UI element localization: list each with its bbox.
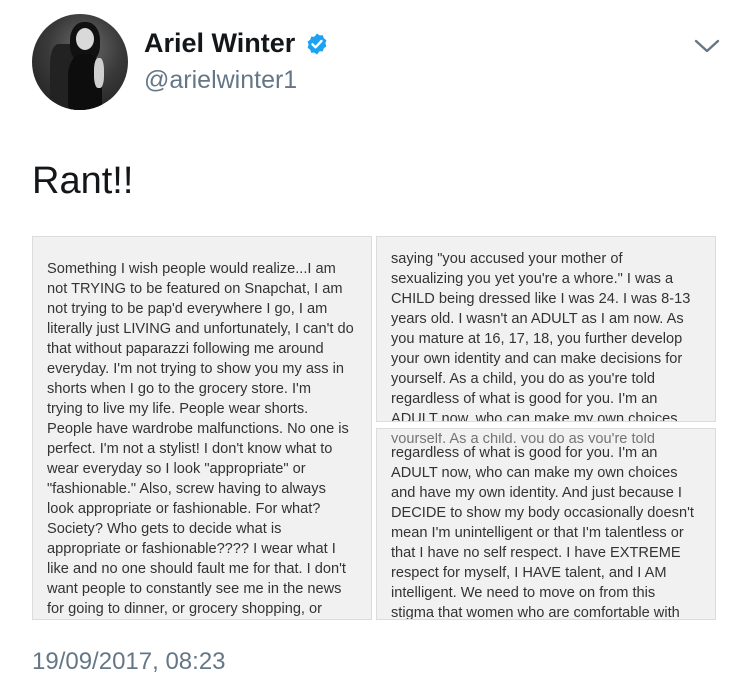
image-bottom-right-text: regardless of what is good for you. I'm …: [391, 445, 694, 620]
verified-badge-icon: [307, 33, 327, 54]
image-cut-line: [391, 239, 701, 249]
tweet-image-bottom-right[interactable]: yourself. As a child, you do as you're t…: [376, 428, 716, 620]
avatar-arm: [94, 58, 104, 88]
tweet-timestamp[interactable]: 19/09/2017, 08:23: [32, 648, 226, 676]
display-name[interactable]: Ariel Winter: [144, 28, 295, 59]
tweet-text: Rant!!: [32, 160, 134, 202]
image-cut-line: yourself. As a child, you do as you're t…: [391, 433, 655, 443]
image-top-right-text: saying "you accused your mother of sexua…: [391, 251, 691, 422]
display-name-row[interactable]: Ariel Winter: [144, 28, 329, 59]
tweet-image-top-right[interactable]: saying "you accused your mother of sexua…: [376, 236, 716, 422]
avatar-face: [76, 28, 94, 50]
image-left-text: Something I wish people would realize...…: [47, 261, 354, 617]
avatar[interactable]: [32, 14, 128, 110]
chevron-down-icon[interactable]: [694, 36, 720, 56]
tweet-image-left[interactable]: Something I wish people would realize...…: [32, 236, 372, 620]
user-handle[interactable]: @arielwinter1: [144, 66, 297, 95]
